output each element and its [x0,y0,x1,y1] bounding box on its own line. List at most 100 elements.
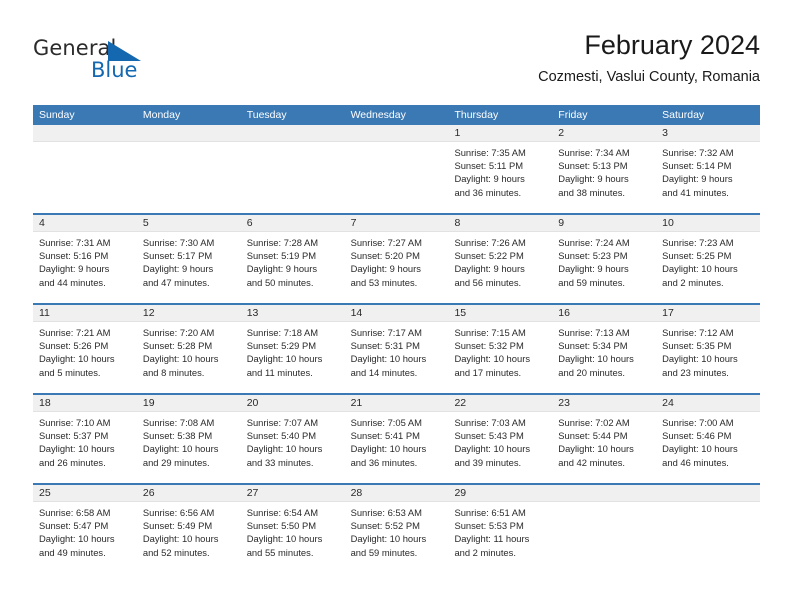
day-detail-line: Sunset: 5:23 PM [558,250,628,262]
calendar-week-row: 1 Sunrise: 7:35 AM Sunset: 5:11 PM Daylight… [33,125,761,215]
day-detail-line: Daylight: 9 hours [39,263,110,275]
calendar-day-cell[interactable]: 19 Sunrise: 7:08 AM Sunset: 5:38 PM Dayligh… [136,395,241,483]
calendar-day-cell[interactable]: 4 Sunrise: 7:31 AM Sunset: 5:16 PM Daylight… [33,215,137,303]
day-detail-line: and 47 minutes. [142,276,210,288]
day-detail-line: Sunset: 5:38 PM [142,430,213,442]
day-number: 4 [39,217,45,229]
day-detail-line: and 8 minutes. [142,366,205,378]
calendar-day-cell[interactable]: 9 Sunrise: 7:24 AM Sunset: 5:23 PM Daylight… [552,215,657,303]
day-detail-line: Daylight: 10 hours [39,353,115,365]
day-detail-line: Daylight: 9 hours [558,173,629,185]
day-detail-line: Sunset: 5:20 PM [350,250,420,262]
day-number: 10 [662,217,674,229]
day-detail-line: and 23 minutes. [662,366,729,378]
day-number: 16 [558,307,570,319]
day-detail-line: Sunset: 5:43 PM [454,430,524,442]
weekday-header-thursday: Thursday [454,109,499,121]
day-detail-line: Sunrise: 7:00 AM [662,417,734,428]
day-number-banner: 7 [344,215,449,232]
day-number-banner: 1 [448,125,553,142]
calendar-day-cell[interactable]: 7 Sunrise: 7:27 AM Sunset: 5:20 PM Daylight… [344,215,449,303]
day-number-banner: 29 [448,485,553,502]
day-detail-line: Daylight: 10 hours [246,353,323,365]
calendar-day-cell[interactable]: 8 Sunrise: 7:26 AM Sunset: 5:22 PM Daylight… [448,215,553,303]
calendar-day-cell-empty [552,485,657,575]
day-detail-line: Daylight: 10 hours [558,443,634,455]
day-detail-line: Sunset: 5:50 PM [246,520,317,532]
calendar-day-cell[interactable]: 23 Sunrise: 7:02 AM Sunset: 5:44 PM Dayligh… [552,395,657,483]
day-number-banner [33,125,137,142]
calendar-day-cell[interactable]: 22 Sunrise: 7:03 AM Sunset: 5:43 PM Dayligh… [448,395,553,483]
day-details: Sunrise: 7:18 AM Sunset: 5:29 PM Daylight:… [241,322,345,379]
day-number: 14 [350,307,363,319]
day-details: Sunrise: 7:13 AM Sunset: 5:34 PM Daylight:… [552,322,656,379]
calendar-day-cell[interactable]: 16 Sunrise: 7:13 AM Sunset: 5:34 PM Dayligh… [552,305,657,393]
day-number: 3 [662,127,668,139]
calendar-day-cell[interactable]: 28 Sunrise: 6:53 AM Sunset: 5:52 PM Dayligh… [344,485,449,575]
calendar-day-cell[interactable]: 25 Sunrise: 6:58 AM Sunset: 5:47 PM Dayligh… [33,485,137,575]
calendar-day-cell[interactable]: 26 Sunrise: 6:56 AM Sunset: 5:49 PM Dayligh… [136,485,241,575]
calendar-day-cell[interactable]: 29 Sunrise: 6:51 AM Sunset: 5:53 PM Dayligh… [448,485,553,575]
day-detail-line: Sunrise: 7:02 AM [558,417,630,428]
calendar-day-cell[interactable]: 11 Sunrise: 7:21 AM Sunset: 5:26 PM Dayligh… [33,305,137,393]
calendar-day-cell[interactable]: 18 Sunrise: 7:10 AM Sunset: 5:37 PM Dayligh… [33,395,137,483]
calendar-day-cell[interactable]: 2 Sunrise: 7:34 AM Sunset: 5:13 PM Daylight… [552,125,657,213]
general-blue-logo[interactable]: General Blue [33,36,233,92]
day-number-banner: 11 [33,305,137,322]
day-detail-line: Sunrise: 7:34 AM [558,147,630,158]
day-number-banner: 15 [448,305,553,322]
day-detail-line: and 41 minutes. [662,186,729,198]
calendar-day-cell[interactable]: 10 Sunrise: 7:23 AM Sunset: 5:25 PM Dayligh… [656,215,761,303]
day-detail-line: Daylight: 9 hours [246,263,318,275]
day-detail-line: Sunrise: 7:32 AM [662,147,734,158]
calendar-day-cell[interactable]: 14 Sunrise: 7:17 AM Sunset: 5:31 PM Dayligh… [344,305,449,393]
day-detail-line: Sunrise: 7:07 AM [246,417,319,428]
day-number: 26 [142,487,155,499]
day-detail-line: Sunset: 5:44 PM [558,430,628,442]
calendar-day-cell[interactable]: 13 Sunrise: 7:18 AM Sunset: 5:29 PM Dayligh… [240,305,345,393]
day-number: 5 [142,217,149,229]
day-number: 1 [454,127,461,139]
day-details [137,142,241,146]
day-details [345,142,449,146]
day-detail-line: and 33 minutes. [246,456,314,468]
day-detail-line: and 42 minutes. [558,456,626,468]
calendar-day-cell[interactable]: 27 Sunrise: 6:54 AM Sunset: 5:50 PM Dayligh… [240,485,345,575]
title-block: February 2024 Cozmesti, Vaslui County, R… [538,28,760,88]
day-details: Sunrise: 6:54 AM Sunset: 5:50 PM Daylight:… [241,502,345,559]
day-detail-line: Daylight: 10 hours [39,533,115,545]
day-detail-line: and 50 minutes. [246,276,314,288]
day-number-banner: 3 [656,125,761,142]
day-number: 24 [662,397,674,409]
calendar-day-cell[interactable]: 17 Sunrise: 7:12 AM Sunset: 5:35 PM Dayligh… [656,305,761,393]
day-detail-line: Sunset: 5:37 PM [39,430,109,442]
day-detail-line: Daylight: 10 hours [350,353,427,365]
day-number: 18 [39,397,51,409]
calendar-day-cell[interactable]: 24 Sunrise: 7:00 AM Sunset: 5:46 PM Dayligh… [656,395,761,483]
day-number: 20 [246,397,259,409]
day-details: Sunrise: 7:27 AM Sunset: 5:20 PM Daylight:… [345,232,449,289]
day-detail-line: Sunset: 5:31 PM [350,340,420,352]
day-number: 2 [558,127,565,139]
calendar-day-cell[interactable]: 20 Sunrise: 7:07 AM Sunset: 5:40 PM Dayligh… [240,395,345,483]
calendar-day-cell[interactable]: 21 Sunrise: 7:05 AM Sunset: 5:41 PM Dayligh… [344,395,449,483]
calendar-day-cell[interactable]: 1 Sunrise: 7:35 AM Sunset: 5:11 PM Daylight… [448,125,553,213]
day-detail-line: Sunset: 5:16 PM [39,250,109,262]
calendar-day-cell-empty [240,125,345,213]
calendar-day-cell[interactable]: 3 Sunrise: 7:32 AM Sunset: 5:14 PM Daylight… [656,125,761,213]
day-number-banner [344,125,449,142]
calendar-day-cell-empty [656,485,761,575]
calendar-day-cell[interactable]: 12 Sunrise: 7:20 AM Sunset: 5:28 PM Dayligh… [136,305,241,393]
day-details: Sunrise: 7:30 AM Sunset: 5:17 PM Daylight:… [137,232,241,289]
calendar-page: General Blue February 2024 Cozmesti, Vas… [0,0,792,612]
day-detail-line: Daylight: 10 hours [558,353,634,365]
calendar-day-cell[interactable]: 6 Sunrise: 7:28 AM Sunset: 5:19 PM Daylight… [240,215,345,303]
calendar-day-cell[interactable]: 5 Sunrise: 7:30 AM Sunset: 5:17 PM Daylight… [136,215,241,303]
day-details: Sunrise: 7:07 AM Sunset: 5:40 PM Daylight:… [241,412,345,469]
calendar-day-cell[interactable]: 15 Sunrise: 7:15 AM Sunset: 5:32 PM Dayligh… [448,305,553,393]
day-number-banner: 23 [552,395,657,412]
weekday-header-wednesday: Wednesday [350,109,406,121]
day-number-banner: 5 [136,215,241,232]
day-number-banner: 19 [136,395,241,412]
day-detail-line: and 36 minutes. [350,456,418,468]
